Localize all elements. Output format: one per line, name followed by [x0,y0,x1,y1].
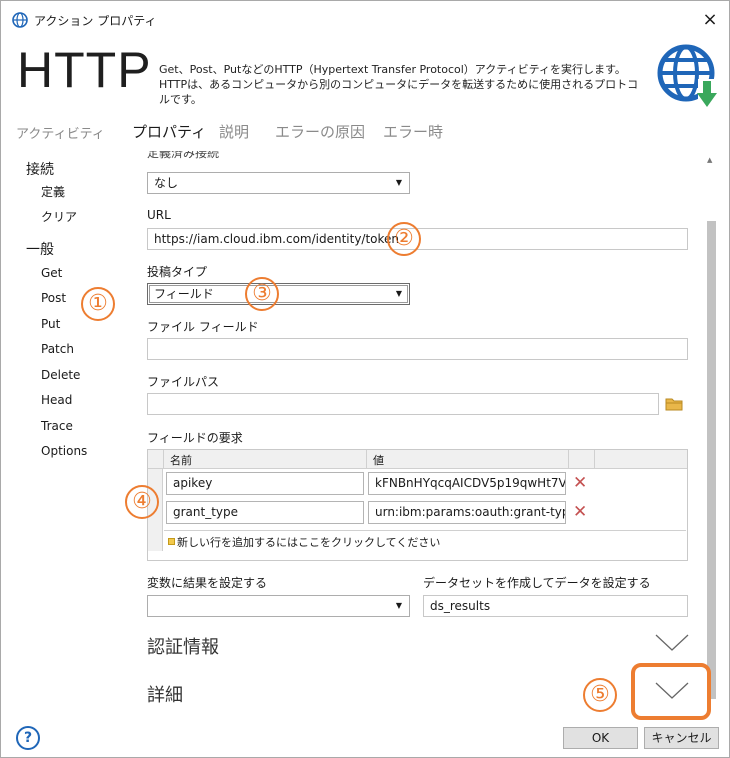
tab-bar: アクティビティ プロパティ 説明 エラーの原因 エラー時 [1,115,729,149]
sidebar-item-head[interactable]: Head [12,388,119,412]
url-label: URL [147,208,171,222]
section-details[interactable]: 詳細 [147,681,183,707]
set-result-var-label: 変数に結果を設定する [147,576,268,590]
delete-row-icon[interactable]: ✕ [573,502,587,522]
globe-icon [12,12,28,28]
add-row-link[interactable]: 新しい行を追加するにはここをクリックしてください [177,534,440,550]
help-button[interactable]: ? [16,726,40,750]
callout-3: ③ [245,277,279,311]
field-request-grid: 名前 値 apikey kFNBnHYqcqAICDV5p19qwHt7VIS6… [147,449,688,561]
file-path-input[interactable] [147,393,659,415]
header: HTTP Get、Post、PutなどのHTTP（Hypertext Trans… [3,37,729,113]
file-field-label: ファイル フィールド [147,320,259,334]
callout-5: ⑤ [583,678,617,712]
file-path-label: ファイルパス [147,375,220,389]
post-type-value: フィールド [154,287,214,301]
action-properties-window: アクション プロパティ × HTTP Get、Post、PutなどのHTTP（H… [0,0,730,758]
tab-error-cause[interactable]: エラーの原因 [275,121,365,142]
dataset-input[interactable]: ds_results [423,595,688,617]
dataset-label: データセットを作成してデータを設定する [423,576,651,590]
delete-row-icon[interactable]: ✕ [573,473,587,493]
cancel-button[interactable]: キャンセル [644,727,719,749]
folder-icon[interactable] [665,397,683,411]
window-title: アクション プロパティ [34,14,157,28]
vertical-scrollbar[interactable]: ▲ [704,151,719,721]
sidebar-group-connection: 接続 [26,162,54,178]
defined-connection-label: 定義済み接続 [147,151,220,160]
scroll-up-arrow-icon[interactable]: ▲ [707,156,712,164]
grid-divider [163,450,164,469]
globe-download-icon [657,44,717,109]
grid-divider [366,450,367,469]
grid-divider [594,450,595,469]
row1-value-cell[interactable]: kFNBnHYqcqAICDV5p19qwHt7VIS6 [368,472,566,495]
activity-label: アクティビティ [16,127,105,142]
sidebar-item-trace[interactable]: Trace [12,414,119,438]
tab-on-error[interactable]: エラー時 [383,121,443,142]
sidebar-item-patch[interactable]: Patch [12,337,119,361]
field-request-label: フィールドの要求 [147,431,243,445]
tab-properties[interactable]: プロパティ [132,121,206,142]
chevron-down-icon[interactable] [655,634,689,652]
grid-col-name: 名前 [170,454,192,467]
grid-divider [568,450,569,469]
post-type-label: 投稿タイプ [147,265,208,279]
sidebar-item-options[interactable]: Options [12,439,119,463]
file-field-input[interactable] [147,338,688,360]
sidebar-group-general: 一般 [26,242,54,258]
grid-divider [164,530,686,531]
ok-button[interactable]: OK [563,727,638,749]
callout-4: ④ [125,485,159,519]
callout-1: ① [81,287,115,321]
sidebar-item-clear[interactable]: クリア [12,205,119,229]
sidebar: 接続 定義 クリア 一般 Get Post Put Patch Delete H… [1,151,119,721]
sidebar-item-delete[interactable]: Delete [12,363,119,387]
dropdown-arrow-icon: ▼ [395,178,402,187]
sidebar-item-get[interactable]: Get [12,261,119,285]
scrollbar-thumb[interactable] [707,221,716,699]
grid-col-value: 値 [373,454,384,467]
description-text: Get、Post、PutなどのHTTP（Hypertext Transfer P… [159,63,639,106]
callout-2: ② [387,222,421,256]
row2-value-cell[interactable]: urn:ibm:params:oauth:grant-type:a [368,501,566,524]
dropdown-arrow-icon: ▼ [395,601,402,610]
defined-connection-value: なし [154,176,179,190]
row2-name-cell[interactable]: grant_type [166,501,364,524]
close-button[interactable]: × [697,7,723,33]
section-credentials[interactable]: 認証情報 [147,633,219,659]
add-row-icon [168,538,175,545]
sidebar-item-define[interactable]: 定義 [12,180,119,204]
dropdown-arrow-icon: ▼ [395,289,402,298]
grid-header: 名前 値 [148,450,687,469]
highlight-box [631,663,711,720]
set-result-var-dropdown[interactable]: ▼ [147,595,410,617]
row1-name-cell[interactable]: apikey [166,472,364,495]
defined-connection-dropdown[interactable]: なし ▼ [147,172,410,194]
tab-description[interactable]: 説明 [219,121,249,142]
page-title: HTTP [17,42,152,98]
title-bar: アクション プロパティ × [1,1,729,37]
